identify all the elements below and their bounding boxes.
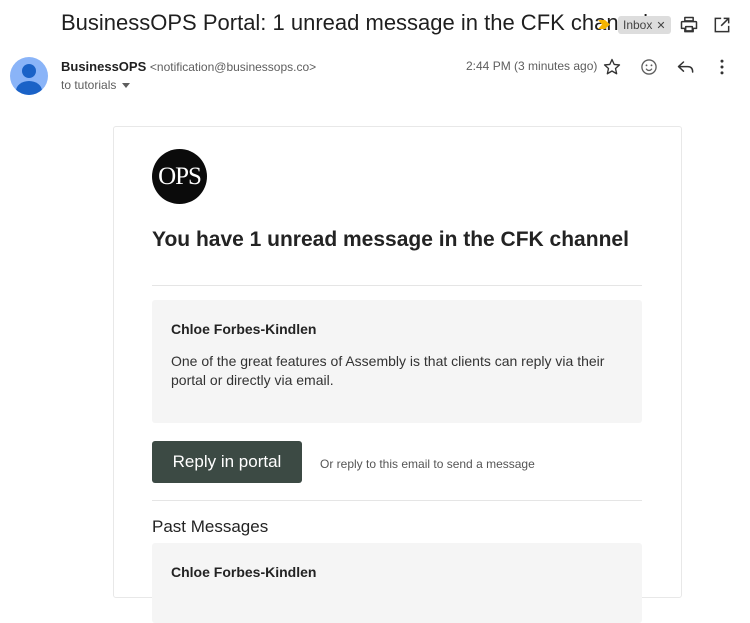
past-messages-heading: Past Messages — [152, 517, 269, 536]
past-message-box: Chloe Forbes-Kindlen — [152, 543, 642, 623]
emoji-reaction-icon[interactable] — [639, 57, 659, 77]
reply-icon[interactable] — [676, 57, 696, 77]
past-message-author: Chloe Forbes-Kindlen — [171, 564, 317, 580]
sender-line: BusinessOPS <notification@businessops.co… — [61, 59, 316, 74]
businessops-logo: OPS — [152, 149, 207, 204]
reply-in-portal-button[interactable]: Reply in portal — [152, 441, 302, 483]
email-subject: BusinessOPS Portal: 1 unread message in … — [61, 10, 648, 35]
email-body-card: OPS You have 1 unread message in the CFK… — [113, 126, 682, 623]
divider — [152, 285, 642, 286]
divider — [152, 500, 642, 501]
inbox-label-chip: Inbox ✕ — [618, 16, 671, 34]
unread-message-box: Chloe Forbes-Kindlen One of the great fe… — [152, 300, 642, 423]
chevron-down-icon[interactable] — [122, 82, 131, 89]
sender-avatar — [10, 57, 48, 95]
more-vert-icon[interactable] — [712, 57, 732, 77]
recipient-line[interactable]: to tutorials — [61, 78, 131, 92]
sender-name[interactable]: BusinessOPS — [61, 59, 146, 74]
person-icon — [16, 64, 42, 95]
remove-label-icon[interactable]: ✕ — [656, 20, 665, 32]
open-in-new-window-icon[interactable] — [712, 15, 732, 35]
reply-alternative-text: Or reply to this email to send a message — [320, 457, 535, 471]
email-headline: You have 1 unread message in the CFK cha… — [152, 228, 629, 251]
print-icon[interactable] — [679, 15, 699, 35]
star-icon[interactable] — [602, 57, 622, 77]
message-text: One of the great features of Assembly is… — [171, 353, 605, 388]
message-author: Chloe Forbes-Kindlen — [171, 321, 317, 337]
email-timestamp: 2:44 PM (3 minutes ago) — [466, 59, 598, 73]
label-text: Inbox — [623, 18, 653, 32]
importance-marker-icon[interactable] — [597, 19, 611, 30]
recipient-text: to tutorials — [61, 78, 117, 92]
sender-email: <notification@businessops.co> — [149, 60, 317, 74]
